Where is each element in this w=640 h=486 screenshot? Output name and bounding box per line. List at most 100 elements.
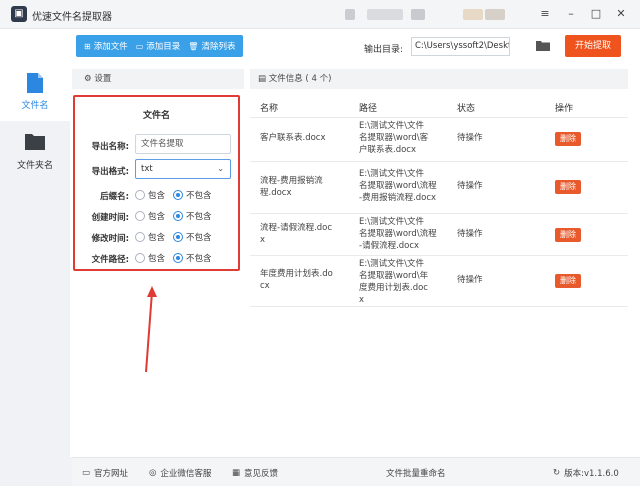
table-row[interactable]: 流程-费用报销流 程.docx E:\测试文件\文件 名提取器\word\流程 -费用… xyxy=(250,161,628,213)
file-name-cell: 流程-费用报销流 程.docx xyxy=(260,176,323,198)
app-title: 优速文件名提取器 xyxy=(32,12,112,23)
export-format-value: txt xyxy=(141,164,153,174)
radio-label: 包含 xyxy=(148,254,166,264)
delete-button[interactable]: 删除 xyxy=(555,228,581,242)
file-name-cell: 流程-请假流程.doc x xyxy=(260,223,333,245)
radio-label: 包含 xyxy=(148,233,166,243)
status-bar: ▭ 官方网址 ◎ 企业微信客服 ▦ 意见反馈 文件批量重命名 ↻ 版本:v1.1.6.0 xyxy=(72,457,640,486)
clear-list-label: 清除列表 xyxy=(201,42,236,52)
file-list-header: ▤ 文件信息 ( 4 个) xyxy=(250,69,628,89)
table-row[interactable]: 流程-请假流程.doc x E:\测试文件\文件 名提取器\word\流程 -请假流程… xyxy=(250,213,628,255)
radio-label: 包含 xyxy=(148,212,166,222)
refresh-icon: ↻ xyxy=(553,468,561,478)
sidebar-item-foldername[interactable]: 文件夹名 xyxy=(0,123,70,181)
status-cell: 待操作 xyxy=(457,133,483,143)
title-bar: ▣ 优速文件名提取器 ≡ – □ ✕ xyxy=(0,0,640,29)
path-include-radio[interactable]: 包含 xyxy=(135,252,165,264)
sidebar: 文件名 文件夹名 xyxy=(0,63,70,457)
radio-label: 不包含 xyxy=(186,233,212,243)
app-logo-icon: ▣ xyxy=(11,6,27,22)
file-path-cell: E:\测试文件\文件 名提取器\word\流程 -请假流程.docx xyxy=(359,217,437,251)
monitor-icon: ▭ xyxy=(82,468,91,478)
file-count-title: 文件信息 ( 4 个) xyxy=(268,74,332,84)
export-format-select[interactable]: txt ⌄ xyxy=(135,159,231,179)
modified-include-radio[interactable]: 包含 xyxy=(135,231,165,243)
file-path-label: 文件路径: xyxy=(91,255,129,265)
footer-label: 企业微信客服 xyxy=(160,469,212,479)
settings-panel: ⚙ 设置 文件名 导出名称: 文件名提取 导出格式: txt ⌄ 后缀名: 包含… xyxy=(72,69,244,445)
trash-icon: 🗑 xyxy=(188,41,199,51)
maximize-icon[interactable]: □ xyxy=(589,7,603,21)
add-folder-button[interactable]: ▭ 添加目录 xyxy=(132,35,185,57)
start-extract-button[interactable]: 开始提取 xyxy=(565,35,621,57)
export-name-input[interactable]: 文件名提取 xyxy=(135,134,231,154)
sidebar-item-filename[interactable]: 文件名 xyxy=(0,63,70,121)
filename-settings-box: 文件名 导出名称: 文件名提取 导出格式: txt ⌄ 后缀名: 包含 不包含 … xyxy=(73,95,240,271)
file-icon xyxy=(27,73,43,93)
suffix-include-radio[interactable]: 包含 xyxy=(135,189,165,201)
created-exclude-radio[interactable]: 不包含 xyxy=(173,210,212,222)
footer-label: 意见反馈 xyxy=(244,469,279,479)
modified-time-label: 修改时间: xyxy=(91,234,129,244)
file-actions-group: ⊞ 添加文件 ▭ 添加目录 🗑 清除列表 xyxy=(76,35,244,57)
output-dir-label: 输出目录: xyxy=(364,45,404,55)
toolbar: ⊞ 添加文件 ▭ 添加目录 🗑 清除列表 输出目录: C:\Users\ysso… xyxy=(72,32,640,61)
minimize-icon[interactable]: – xyxy=(564,7,578,21)
add-file-label: 添加文件 xyxy=(93,42,128,52)
column-header-action: 操作 xyxy=(555,104,574,114)
version-info[interactable]: ↻ 版本:v1.1.6.0 xyxy=(553,467,619,479)
radio-label: 不包含 xyxy=(186,191,212,201)
file-info-icon: ▤ xyxy=(258,74,269,84)
annotation-arrow-icon xyxy=(145,286,157,373)
add-file-icon: ⊞ xyxy=(84,41,91,51)
export-format-label: 导出格式: xyxy=(91,167,129,177)
table-row[interactable]: 年度费用计划表.do cx E:\测试文件\文件 名提取器\word\年 度费用计划表… xyxy=(250,255,628,307)
export-name-label: 导出名称: xyxy=(91,142,129,152)
radio-label: 包含 xyxy=(148,191,166,201)
sidebar-footer xyxy=(0,457,72,486)
batch-rename-link[interactable]: 文件批量重命名 xyxy=(386,467,446,479)
sidebar-item-label: 文件名 xyxy=(21,101,49,111)
sidebar-item-label: 文件夹名 xyxy=(16,161,53,171)
output-dir-input[interactable]: C:\Users\yssoft2\Deskt xyxy=(411,37,510,56)
file-name-cell: 客户联系表.docx xyxy=(260,133,326,143)
box-title: 文件名 xyxy=(142,111,170,121)
feedback-icon: ▦ xyxy=(232,468,241,478)
modified-exclude-radio[interactable]: 不包含 xyxy=(173,231,212,243)
account-avatar[interactable] xyxy=(345,9,505,20)
suffix-label: 后缀名: xyxy=(100,192,129,202)
table-row[interactable]: 客户联系表.docx E:\测试文件\文件 名提取器\word\客 户联系表.doc… xyxy=(250,117,628,161)
close-icon[interactable]: ✕ xyxy=(614,7,628,21)
file-list-panel: ▤ 文件信息 ( 4 个) 名称 路径 状态 操作 客户联系表.docx E:\… xyxy=(250,69,628,445)
add-folder-icon: ▭ xyxy=(135,41,144,51)
version-label: 版本:v1.1.6.0 xyxy=(564,469,619,479)
feedback-link[interactable]: ▦ 意见反馈 xyxy=(232,467,278,479)
path-exclude-radio[interactable]: 不包含 xyxy=(173,252,212,264)
created-include-radio[interactable]: 包含 xyxy=(135,210,165,222)
add-file-button[interactable]: ⊞ 添加文件 xyxy=(80,35,132,57)
official-site-link[interactable]: ▭ 官方网址 xyxy=(82,467,128,479)
suffix-exclude-radio[interactable]: 不包含 xyxy=(173,189,212,201)
file-path-cell: E:\测试文件\文件 名提取器\word\年 度费用计划表.doc x xyxy=(359,259,429,305)
clear-list-button[interactable]: 🗑 清除列表 xyxy=(184,35,239,57)
wechat-support-link[interactable]: ◎ 企业微信客服 xyxy=(149,467,211,479)
file-name-cell: 年度费用计划表.do cx xyxy=(260,269,333,291)
status-cell: 待操作 xyxy=(457,275,483,285)
gear-icon: ⚙ xyxy=(84,74,95,84)
browse-folder-icon[interactable] xyxy=(536,40,550,51)
file-path-cell: E:\测试文件\文件 名提取器\word\客 户联系表.docx xyxy=(359,121,429,155)
delete-button[interactable]: 删除 xyxy=(555,180,581,194)
hamburger-icon[interactable]: ≡ xyxy=(538,7,552,21)
delete-button[interactable]: 删除 xyxy=(555,132,581,146)
footer-label: 官方网址 xyxy=(94,469,129,479)
radio-label: 不包含 xyxy=(186,254,212,264)
delete-button[interactable]: 删除 xyxy=(555,274,581,288)
radio-label: 不包含 xyxy=(186,212,212,222)
column-header-path: 路径 xyxy=(359,104,378,114)
status-cell: 待操作 xyxy=(457,229,483,239)
add-folder-label: 添加目录 xyxy=(146,42,181,52)
created-time-label: 创建时间: xyxy=(91,213,129,223)
status-cell: 待操作 xyxy=(457,181,483,191)
chevron-down-icon: ⌄ xyxy=(217,164,224,173)
file-path-cell: E:\测试文件\文件 名提取器\word\流程 -费用报销流程.docx xyxy=(359,169,437,203)
